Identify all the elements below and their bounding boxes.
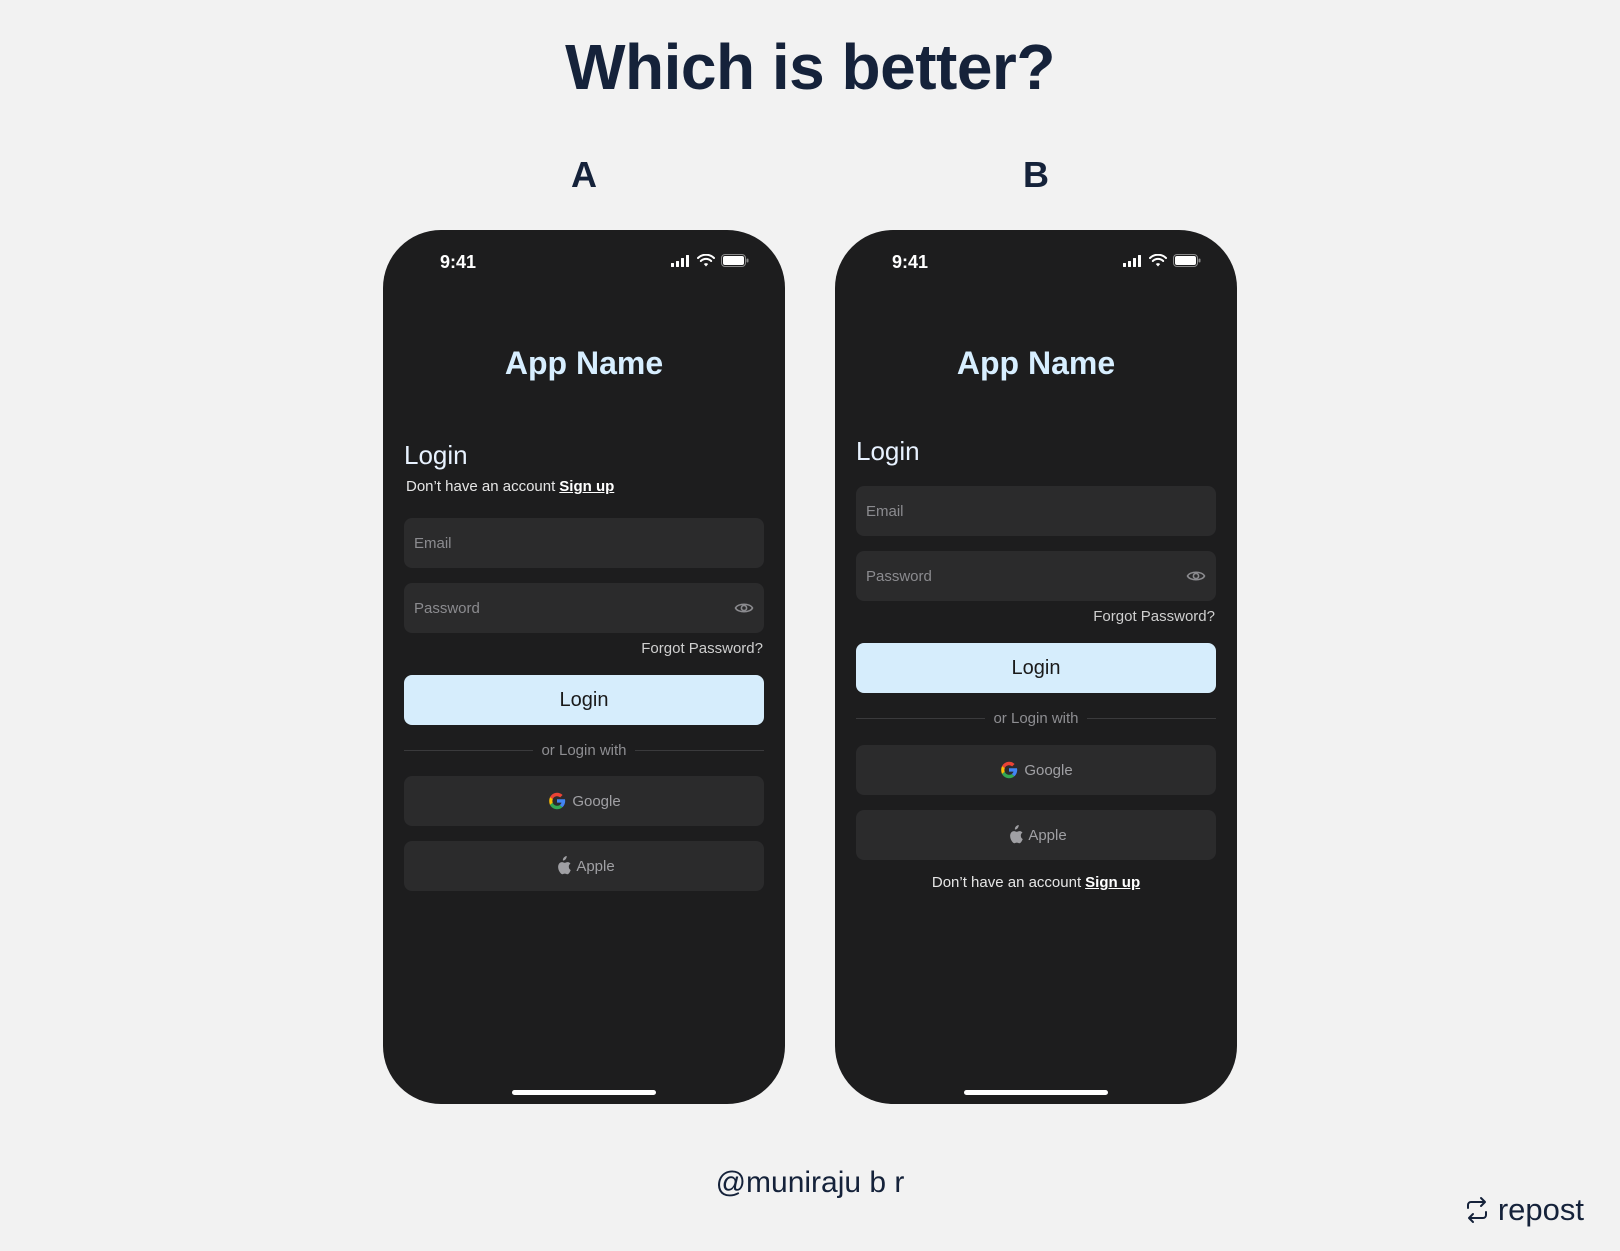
signup-link[interactable]: Sign up xyxy=(559,478,614,495)
apple-icon xyxy=(558,856,572,875)
password-field[interactable] xyxy=(856,551,1216,601)
signup-prompt-text: Don’t have an account xyxy=(406,478,556,495)
login-button[interactable]: Login xyxy=(404,675,764,725)
google-icon xyxy=(549,792,566,810)
wifi-icon xyxy=(697,254,715,267)
google-label: Google xyxy=(1024,761,1073,779)
divider-text: or Login with xyxy=(993,709,1079,727)
repost-button[interactable]: repost xyxy=(1464,1192,1584,1228)
app-name: App Name xyxy=(504,345,664,381)
status-icons xyxy=(1123,254,1201,267)
signup-prompt: Don’t have an account Sign up xyxy=(835,874,1237,891)
repost-icon xyxy=(1466,1197,1487,1223)
divider-line xyxy=(404,749,534,751)
phone-mockup-b: 9:41 App Name Login Forgot Password? Log… xyxy=(835,230,1237,1104)
status-time: 9:41 xyxy=(440,252,477,272)
apple-icon xyxy=(1010,825,1024,844)
divider-line xyxy=(856,717,986,719)
apple-login-button[interactable]: Apple xyxy=(856,810,1216,860)
app-name: App Name xyxy=(956,345,1116,381)
signup-prompt-text: Don’t have an account xyxy=(931,874,1082,891)
apple-login-button[interactable]: Apple xyxy=(404,841,764,891)
email-field[interactable] xyxy=(404,518,764,568)
google-icon xyxy=(1001,761,1018,779)
email-field[interactable] xyxy=(856,486,1216,536)
battery-icon xyxy=(721,254,749,267)
signup-link[interactable]: Sign up xyxy=(1085,874,1140,891)
divider-line xyxy=(634,749,764,751)
eye-icon[interactable] xyxy=(1186,566,1206,586)
password-field[interactable] xyxy=(404,583,764,633)
status-icons xyxy=(671,254,749,267)
apple-label: Apple xyxy=(576,857,615,875)
divider-text: or Login with xyxy=(541,741,627,759)
variant-label-a: A xyxy=(571,154,597,195)
divider-line xyxy=(1086,717,1216,719)
apple-label: Apple xyxy=(1028,826,1067,844)
status-bar: 9:41 xyxy=(835,230,1237,290)
forgot-password-link[interactable]: Forgot Password? xyxy=(641,640,763,657)
signup-prompt: Don’t have an account Sign up xyxy=(406,478,614,495)
battery-icon xyxy=(1173,254,1201,267)
home-indicator xyxy=(512,1090,656,1095)
or-divider: or Login with xyxy=(404,740,764,760)
email-input[interactable] xyxy=(866,502,1166,520)
forgot-password-link[interactable]: Forgot Password? xyxy=(1093,608,1215,625)
password-input[interactable] xyxy=(866,567,1166,585)
variant-label-b: B xyxy=(1023,154,1049,195)
status-time: 9:41 xyxy=(892,252,929,272)
author-credit: @muniraju b r xyxy=(715,1166,905,1199)
status-bar: 9:41 xyxy=(383,230,785,290)
cellular-signal-icon xyxy=(671,254,689,267)
email-input[interactable] xyxy=(414,534,714,552)
home-indicator xyxy=(964,1090,1108,1095)
phone-mockup-a: 9:41 App Name Login Don’t have an accoun… xyxy=(383,230,785,1104)
login-heading: Login xyxy=(856,436,920,466)
repost-label: repost xyxy=(1497,1192,1584,1227)
google-login-button[interactable]: Google xyxy=(856,745,1216,795)
wifi-icon xyxy=(1149,254,1167,267)
page-title: Which is better? xyxy=(565,31,1055,103)
login-heading: Login xyxy=(404,440,468,470)
login-button[interactable]: Login xyxy=(856,643,1216,693)
google-login-button[interactable]: Google xyxy=(404,776,764,826)
eye-icon[interactable] xyxy=(734,598,754,618)
google-label: Google xyxy=(572,792,621,810)
or-divider: or Login with xyxy=(856,708,1216,728)
password-input[interactable] xyxy=(414,599,714,617)
cellular-signal-icon xyxy=(1123,254,1141,267)
